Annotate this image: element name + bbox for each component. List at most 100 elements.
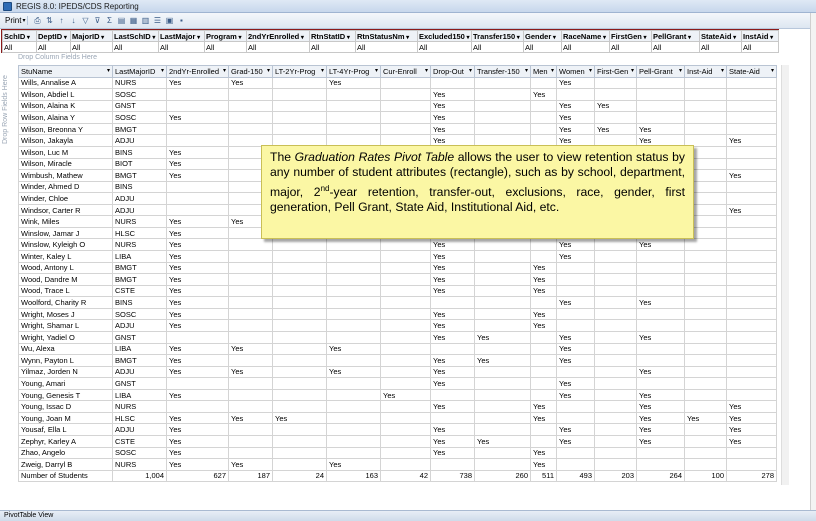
chevron-down-icon[interactable]: ▾ bbox=[267, 67, 270, 74]
table-row[interactable]: Zweig, Darryl B NURS Yes Yes Yes Yes bbox=[18, 458, 777, 471]
table-row[interactable]: Wood, Dandre M BMGT Yes Yes Yes bbox=[18, 273, 777, 286]
chevron-down-icon[interactable]: ▾ bbox=[551, 67, 554, 74]
filter-field-13[interactable]: FirstGen ▾ bbox=[609, 30, 652, 42]
chevron-down-icon[interactable]: ▾ bbox=[731, 35, 736, 41]
chevron-down-icon[interactable]: ▾ bbox=[345, 35, 350, 41]
filter-value-dropdown[interactable]: All bbox=[2, 41, 37, 53]
filter-value-dropdown[interactable]: All bbox=[651, 41, 700, 53]
filter-field-14[interactable]: PellGrant ▾ bbox=[651, 30, 700, 42]
table-row[interactable]: Winter, Kaley L LIBA Yes Yes Yes bbox=[18, 250, 777, 263]
table-row[interactable]: Wood, Trace L CSTE Yes Yes Yes bbox=[18, 284, 777, 298]
filter-field-16[interactable]: InstAid ▾ bbox=[741, 30, 779, 42]
chevron-down-icon[interactable]: ▾ bbox=[425, 67, 428, 74]
filter-value-dropdown[interactable]: All bbox=[561, 41, 610, 53]
properties-icon[interactable]: ▪ bbox=[176, 16, 186, 26]
chevron-down-icon[interactable]: ▾ bbox=[679, 67, 682, 74]
chevron-down-icon[interactable]: ▾ bbox=[405, 35, 409, 41]
export-icon[interactable]: ▣ bbox=[164, 16, 174, 26]
table-row[interactable]: Wright, Moses J SOSC Yes Yes Yes bbox=[18, 307, 777, 321]
chevron-down-icon[interactable]: ▾ bbox=[551, 35, 556, 41]
chevron-down-icon[interactable]: ▾ bbox=[195, 35, 200, 41]
table-row[interactable]: Zephyr, Karley A CSTE Yes Yes Yes Yes Yes Yes bbox=[18, 435, 777, 448]
drop-row-fields-zone[interactable]: Drop Row Fields Here bbox=[2, 66, 16, 146]
chevron-down-icon[interactable]: ▾ bbox=[100, 35, 104, 41]
table-row[interactable]: Wills, Annalise A NURS Yes Yes Yes Yes bbox=[18, 76, 777, 90]
column-header-6[interactable]: Drop-Out ▾ bbox=[430, 65, 475, 78]
table-row[interactable]: Young, Genesis T LIBA Yes Yes Yes Yes bbox=[18, 388, 777, 402]
chevron-down-icon[interactable]: ▾ bbox=[525, 67, 528, 74]
filter-field-2[interactable]: MajorID ▾ bbox=[70, 30, 113, 42]
autofilter-icon[interactable]: ⊽ bbox=[92, 16, 102, 26]
table-row[interactable]: Zhao, Angelo SOSC Yes Yes Yes bbox=[18, 446, 777, 460]
filter-value-dropdown[interactable]: All bbox=[70, 41, 113, 53]
print-icon[interactable]: ⎙ bbox=[32, 16, 42, 26]
table-row[interactable]: Yousaf, Ella L ADJU Yes Yes Yes Yes Yes bbox=[18, 423, 777, 436]
table-row[interactable]: Winslow, Kyleigh O NURS Yes Yes Yes Yes bbox=[18, 238, 777, 251]
chevron-down-icon[interactable]: ▾ bbox=[686, 35, 691, 41]
filter-value-dropdown[interactable]: All bbox=[417, 41, 472, 53]
column-header-4[interactable]: LT-4Yr-Prog ▾ bbox=[326, 65, 381, 78]
filter-field-11[interactable]: Gender ▾ bbox=[523, 30, 562, 42]
filter-field-4[interactable]: LastMajor ▾ bbox=[158, 30, 205, 42]
filter-field-12[interactable]: RaceName ▾ bbox=[561, 30, 610, 42]
filter-field-9[interactable]: Excluded150 ▾ bbox=[417, 30, 472, 42]
fields-icon[interactable]: ▤ bbox=[116, 16, 126, 26]
column-header-11[interactable]: Pell-Grant ▾ bbox=[636, 65, 685, 78]
filter-value-dropdown[interactable]: All bbox=[741, 41, 779, 53]
column-header-12[interactable]: Inst-Aid ▾ bbox=[684, 65, 727, 78]
filter-value-dropdown[interactable]: All bbox=[246, 41, 310, 53]
table-row[interactable]: Wright, Yadiel O GNST Yes Yes Yes Yes bbox=[18, 330, 777, 344]
table-row[interactable]: Wright, Shamar L ADJU Yes Yes Yes bbox=[18, 319, 777, 332]
chevron-down-icon[interactable]: ▾ bbox=[375, 67, 378, 74]
sort-asc-icon[interactable]: ↑ bbox=[56, 16, 66, 26]
column-header-5[interactable]: Cur-Enroll ▾ bbox=[380, 65, 431, 78]
sort-desc-icon[interactable]: ↓ bbox=[68, 16, 78, 26]
filter-field-3[interactable]: LastSchID ▾ bbox=[112, 30, 159, 42]
drop-column-fields-zone[interactable]: Drop Column Fields Here bbox=[18, 54, 97, 61]
table-row[interactable]: Wilson, Alaina Y SOSC Yes Yes Yes bbox=[18, 111, 777, 124]
column-header-2[interactable]: Grad-150 ▾ bbox=[228, 65, 273, 78]
chevron-down-icon[interactable]: ▾ bbox=[768, 35, 773, 41]
chevron-down-icon[interactable]: ▾ bbox=[25, 35, 30, 41]
chevron-down-icon[interactable]: ▾ bbox=[321, 67, 324, 74]
filter-value-dropdown[interactable]: All bbox=[609, 41, 652, 53]
table-row[interactable]: Wilson, Alaina K GNST Yes Yes Yes bbox=[18, 99, 777, 113]
table-row[interactable]: Young, Joan M HLSC Yes Yes Yes Yes Yes Yes Yes bbox=[18, 411, 777, 425]
chevron-down-icon[interactable]: ▾ bbox=[107, 67, 110, 74]
filter-field-15[interactable]: StateAid ▾ bbox=[699, 30, 742, 42]
chevron-down-icon[interactable]: ▾ bbox=[469, 67, 472, 74]
filter-field-0[interactable]: SchID ▾ bbox=[2, 30, 37, 42]
column-header-10[interactable]: First-Gen ▾ bbox=[594, 65, 637, 78]
chevron-down-icon[interactable]: ▾ bbox=[299, 35, 304, 41]
row-header-stuname[interactable]: StuName ▾ bbox=[18, 65, 113, 78]
chevron-down-icon[interactable]: ▾ bbox=[631, 67, 634, 74]
filter-field-8[interactable]: RtnStatusNm ▾ bbox=[355, 30, 418, 42]
table-row[interactable]: Wynn, Payton L BMGT Yes Yes Yes Yes bbox=[18, 354, 777, 367]
filter-field-1[interactable]: DeptID ▾ bbox=[36, 30, 71, 42]
column-header-13[interactable]: State-Aid ▾ bbox=[726, 65, 777, 78]
filter-value-dropdown[interactable]: All bbox=[523, 41, 562, 53]
chevron-down-icon[interactable]: ▾ bbox=[465, 35, 470, 41]
chevron-down-icon[interactable]: ▾ bbox=[601, 35, 606, 41]
chart-icon[interactable]: ▥ bbox=[140, 16, 150, 26]
column-header-1[interactable]: 2ndYr-Enrolled ▾ bbox=[166, 65, 229, 78]
chevron-down-icon[interactable]: ▾ bbox=[589, 67, 592, 74]
table-row[interactable]: Wilson, Abdiel L SOSC Yes Yes bbox=[18, 88, 777, 101]
filter-value-dropdown[interactable]: All bbox=[309, 41, 356, 53]
filter-value-dropdown[interactable]: All bbox=[471, 41, 524, 53]
column-header-7[interactable]: Transfer-150 ▾ bbox=[474, 65, 531, 78]
print-menu-button[interactable]: Print ▾ bbox=[3, 16, 29, 25]
chevron-down-icon[interactable]: ▾ bbox=[161, 67, 164, 74]
filter-value-dropdown[interactable]: All bbox=[699, 41, 742, 53]
filter-field-6[interactable]: 2ndYrEnrolled ▾ bbox=[246, 30, 310, 42]
chevron-down-icon[interactable]: ▾ bbox=[515, 35, 520, 41]
table-row[interactable]: Wu, Alexa LIBA Yes Yes Yes Yes bbox=[18, 342, 777, 356]
filter-value-dropdown[interactable]: All bbox=[158, 41, 205, 53]
chevron-down-icon[interactable]: ▾ bbox=[721, 67, 724, 74]
subtotal-icon[interactable]: Σ bbox=[104, 16, 114, 26]
chevron-down-icon[interactable]: ▾ bbox=[771, 67, 774, 74]
chevron-down-icon[interactable]: ▾ bbox=[642, 35, 647, 41]
table-row[interactable]: Woolford, Charity R BINS Yes Yes Yes bbox=[18, 296, 777, 309]
filter-field-10[interactable]: Transfer150 ▾ bbox=[471, 30, 524, 42]
table-row[interactable]: Wilson, Breonna Y BMGT Yes Yes Yes Yes bbox=[18, 122, 777, 136]
